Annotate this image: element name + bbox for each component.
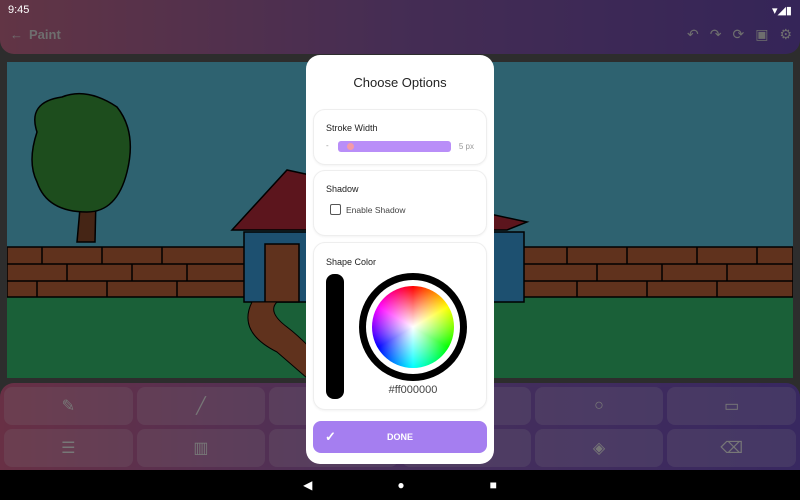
- stroke-width-slider[interactable]: [338, 141, 451, 152]
- color-wheel[interactable]: [372, 286, 454, 368]
- status-time: 9:45: [8, 4, 30, 16]
- checkbox-icon[interactable]: [330, 204, 341, 215]
- stroke-width-label: Stroke Width: [326, 123, 378, 133]
- brightness-slider[interactable]: [326, 274, 344, 399]
- color-hex: #ff000000: [388, 384, 438, 396]
- shadow-card: Shadow Enable Shadow: [313, 170, 487, 236]
- status-bar: 9:45 ▾◢▮: [0, 0, 800, 20]
- done-button[interactable]: ✓ DONE: [313, 421, 487, 453]
- dialog-title: Choose Options: [353, 75, 447, 90]
- slider-thumb[interactable]: [347, 143, 355, 150]
- check-add-icon: ✓: [325, 429, 336, 444]
- enable-shadow-checkbox[interactable]: Enable Shadow: [330, 204, 406, 215]
- options-dialog: Choose Options Stroke Width - 5 px Shado…: [306, 55, 494, 464]
- home-icon[interactable]: ●: [397, 478, 404, 492]
- signal-battery-icon: ▾◢▮: [771, 4, 792, 17]
- stroke-width-card: Stroke Width - 5 px: [313, 109, 487, 165]
- back-icon[interactable]: ◀: [303, 478, 312, 492]
- stroke-min-label: -: [326, 141, 329, 150]
- shadow-label: Shadow: [326, 184, 359, 194]
- navigation-bar: ◀ ● ■: [0, 470, 800, 500]
- stroke-value: 5 px: [458, 142, 474, 151]
- color-wheel-ring: [359, 273, 467, 381]
- recents-icon[interactable]: ■: [490, 478, 497, 492]
- shape-color-label: Shape Color: [326, 257, 377, 267]
- shape-color-card: Shape Color #ff000000: [313, 242, 487, 410]
